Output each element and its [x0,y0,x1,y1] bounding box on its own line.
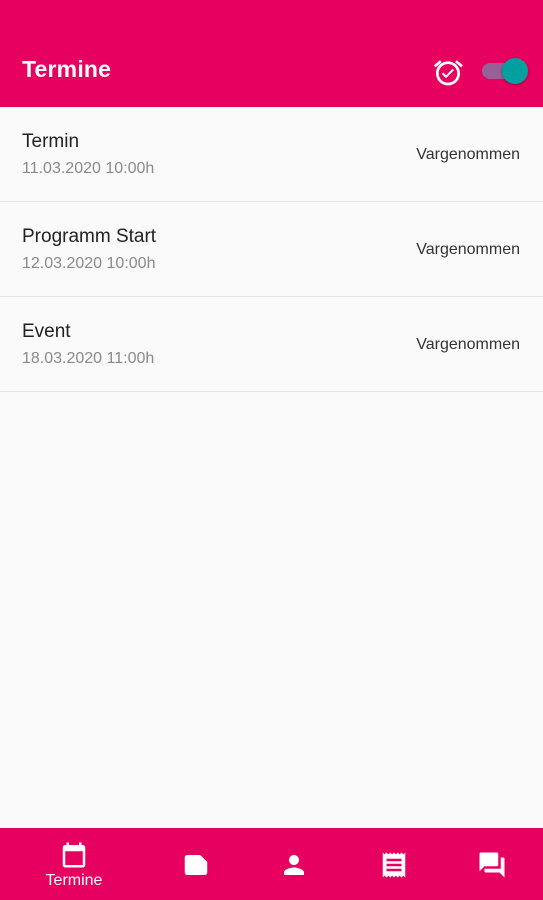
appointment-title: Termin [22,131,80,152]
label-icon [184,855,208,875]
alarm-button[interactable] [432,56,464,88]
appointment-list: Termin 11.03.2020 10:00h Vargenommen Pro… [0,107,543,392]
appointment-date: 12.03.2020 10:00h [22,255,156,272]
appointment-date: 11.03.2020 10:00h [22,160,155,177]
bottom-navigation: Termine [0,828,543,900]
list-item[interactable]: Programm Start 12.03.2020 10:00h Vargeno… [0,202,543,297]
appointment-title: Event [22,321,71,342]
nav-item-termine[interactable]: Termine [24,828,124,900]
app-bar: Termine [0,0,543,107]
appointment-status: Vargenommen [416,146,520,163]
appointment-status: Vargenommen [416,336,520,353]
nav-label-termine: Termine [45,872,103,889]
list-item[interactable]: Event 18.03.2020 11:00h Vargenommen [0,297,543,392]
nav-item-receipt[interactable] [344,828,444,900]
appointment-status: Vargenommen [416,241,520,258]
page-title: Termine [22,56,112,82]
forum-icon [479,852,505,878]
nav-item-label[interactable] [146,828,246,900]
nav-item-forum[interactable] [442,828,542,900]
app-screen: Termine Termin 11.03.2020 10:00h Vargeno… [0,0,543,900]
person-icon [284,855,304,875]
appointment-date: 18.03.2020 11:00h [22,350,155,367]
nav-item-profile[interactable] [244,828,344,900]
receipt-icon [382,852,406,878]
appointment-title: Programm Start [22,226,157,247]
notifications-toggle[interactable] [480,58,528,84]
calendar-icon [62,842,86,868]
alarm-check-icon [433,60,463,86]
list-item[interactable]: Termin 11.03.2020 10:00h Vargenommen [0,107,543,202]
toggle-thumb [502,58,528,84]
